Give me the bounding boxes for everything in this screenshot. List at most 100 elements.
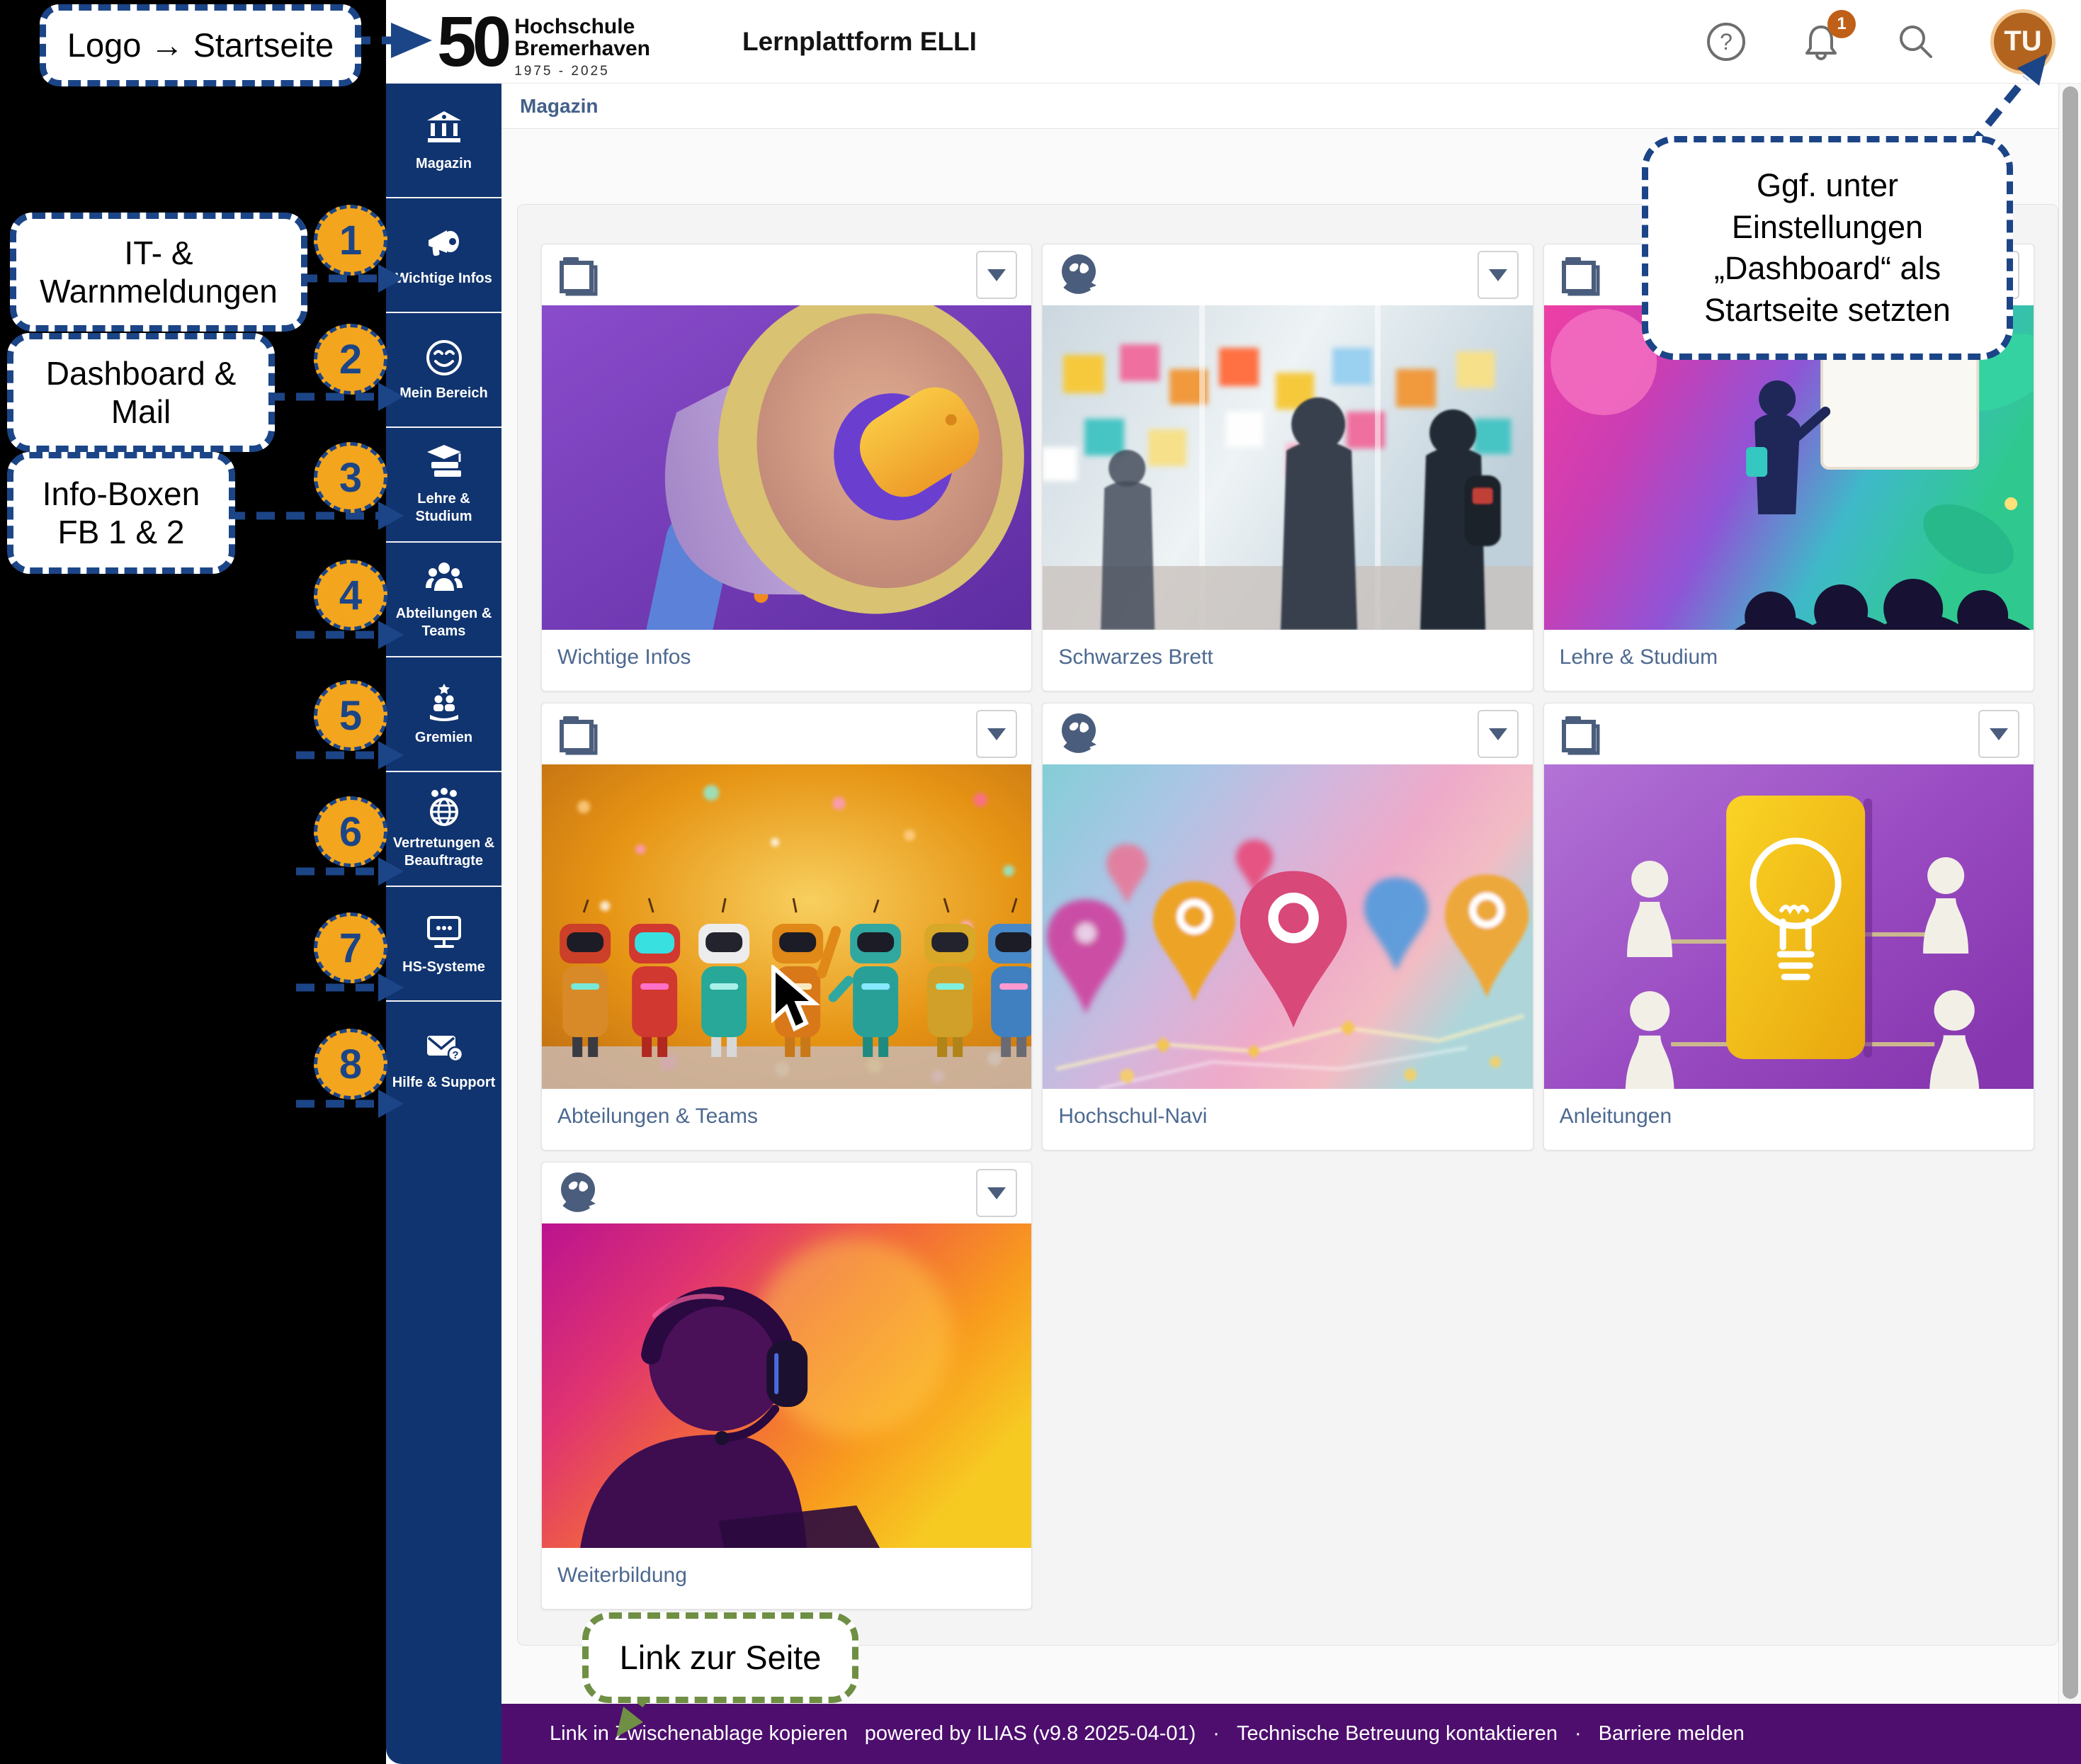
- sidebar-item-hilfe-support[interactable]: ? Hilfe & Support: [386, 1002, 501, 1116]
- card-image-map-pins: [1043, 764, 1532, 1089]
- card-hochschul-navi[interactable]: Hochschul-Navi: [1042, 703, 1533, 1150]
- callout-infoboxen: Info-Boxen FB 1 & 2: [7, 452, 235, 574]
- annotation-number-5: 5: [314, 680, 387, 751]
- folder-icon: [556, 712, 600, 756]
- card-actions-dropdown[interactable]: [1978, 710, 2019, 758]
- card-schwarzes-brett[interactable]: Schwarzes Brett: [1042, 244, 1533, 691]
- footer-separator: ·: [1575, 1722, 1582, 1746]
- chevron-down-icon: [1489, 728, 1507, 740]
- card-abteilungen-teams[interactable]: Abteilungen & Teams: [541, 703, 1032, 1150]
- card-actions-dropdown[interactable]: [976, 1169, 1017, 1217]
- card-actions-dropdown[interactable]: [976, 710, 1017, 758]
- svg-text:?: ?: [1720, 29, 1733, 55]
- page-title: Lernplattform ELLI: [742, 27, 977, 57]
- sidebar-item-label: Wichtige Infos: [395, 270, 492, 288]
- card-image-lightbulb: [1544, 764, 2034, 1089]
- callout-it-warnmeldungen: IT- & Warnmeldungen: [10, 213, 307, 332]
- sidebar-item-mein-bereich[interactable]: Mein Bereich: [386, 313, 501, 428]
- card-title[interactable]: Abteilungen & Teams: [557, 1104, 758, 1129]
- sidebar-item-vertretungen[interactable]: Vertretungen & Beauftragte: [386, 772, 501, 887]
- top-header: 50 Hochschule Bremerhaven 1975 - 2025 Le…: [386, 0, 2081, 84]
- folder-icon: [1558, 253, 1602, 297]
- sidebar-item-label: Gremien: [415, 729, 472, 747]
- books-icon: [424, 443, 464, 483]
- card-title[interactable]: Schwarzes Brett: [1058, 645, 1213, 669]
- card-weiterbildung[interactable]: Weiterbildung: [541, 1162, 1032, 1610]
- notification-badge: 1: [1827, 10, 1856, 38]
- megaphone-icon: [424, 223, 464, 263]
- svg-text:?: ?: [452, 1049, 458, 1061]
- smiley-icon: [424, 338, 464, 378]
- card-image-headphones: [542, 1223, 1031, 1548]
- people-icon: [424, 558, 464, 598]
- footer-separator: ·: [1213, 1722, 1220, 1746]
- sidebar-item-lehre-studium[interactable]: Lehre & Studium: [386, 428, 501, 543]
- chevron-down-icon: [987, 269, 1006, 281]
- annotation-number-1: 1: [314, 205, 387, 276]
- breadcrumb-magazin[interactable]: Magazin: [520, 95, 598, 118]
- logo-50: 50: [437, 10, 507, 74]
- weblink-icon: [556, 1171, 600, 1215]
- committee-icon: [424, 682, 464, 722]
- card-title[interactable]: Weiterbildung: [557, 1564, 687, 1588]
- callout-link-zur-seite: Link zur Seite: [582, 1612, 858, 1703]
- search-icon[interactable]: [1895, 21, 1937, 62]
- chevron-down-icon: [987, 1187, 1006, 1199]
- logo-line1: Hochschule: [514, 16, 650, 38]
- sidebar-item-abteilungen-teams[interactable]: Abteilungen & Teams: [386, 543, 501, 657]
- mail-help-icon: ?: [424, 1027, 464, 1067]
- screenshot-stage: 50 Hochschule Bremerhaven 1975 - 2025 Le…: [0, 0, 2081, 1764]
- sidebar-item-label: Mein Bereich: [399, 385, 487, 402]
- card-actions-dropdown[interactable]: [1478, 251, 1519, 299]
- annotation-number-8: 8: [314, 1029, 387, 1099]
- sidebar-item-label: Lehre & Studium: [390, 490, 497, 526]
- card-actions-dropdown[interactable]: [976, 251, 1017, 299]
- card-title[interactable]: Wichtige Infos: [557, 645, 691, 669]
- card-image-megaphone: [542, 305, 1031, 630]
- chevron-down-icon: [987, 728, 1006, 740]
- annotation-number-2: 2: [314, 324, 387, 395]
- scrollbar-thumb[interactable]: [2063, 86, 2078, 1699]
- logo-years: 1975 - 2025: [514, 64, 650, 79]
- sidebar-item-label: Abteilungen & Teams: [390, 605, 497, 640]
- globe-people-icon: [424, 788, 464, 827]
- sidebar-item-label: Magazin: [416, 155, 472, 173]
- report-barrier-link[interactable]: Barriere melden: [1599, 1722, 1745, 1746]
- main-sidebar: Magazin Wichtige Infos Mein Bereich: [386, 84, 501, 1764]
- avatar[interactable]: TU: [1990, 9, 2056, 74]
- card-anleitungen[interactable]: Anleitungen: [1543, 703, 2034, 1150]
- repository-panel: Wichtige Infos: [517, 204, 2058, 1646]
- university-logo[interactable]: 50 Hochschule Bremerhaven 1975 - 2025: [437, 4, 650, 79]
- annotation-number-4: 4: [314, 560, 387, 631]
- folder-icon: [556, 253, 600, 297]
- sidebar-item-label: Hilfe & Support: [392, 1074, 496, 1092]
- card-actions-dropdown[interactable]: [1478, 710, 1519, 758]
- sidebar-item-gremien[interactable]: Gremien: [386, 657, 501, 772]
- sidebar-item-label: Vertretungen & Beauftragte: [390, 835, 497, 870]
- callout-settings-dashboard: Ggf. unter Einstellungen „Dashboard“ als…: [1642, 136, 2013, 360]
- sidebar-item-magazin[interactable]: Magazin: [386, 84, 501, 198]
- powered-by-text: powered by ILIAS (v9.8 2025-04-01): [865, 1722, 1196, 1746]
- card-wichtige-infos[interactable]: Wichtige Infos: [541, 244, 1032, 691]
- card-title[interactable]: Hochschul-Navi: [1058, 1104, 1207, 1129]
- folder-icon: [1558, 712, 1602, 756]
- callout-logo-startseite: Logo → Startseite: [40, 4, 361, 86]
- bank-icon: [424, 108, 464, 148]
- copy-link-action[interactable]: Link in Zwischenablage kopieren: [550, 1722, 848, 1746]
- annotation-number-7: 7: [314, 912, 387, 983]
- footer-bar: Link in Zwischenablage kopieren powered …: [501, 1704, 2081, 1764]
- sidebar-item-hs-systeme[interactable]: HS-Systeme: [386, 887, 501, 1002]
- sidebar-item-label: HS-Systeme: [402, 959, 485, 976]
- mouse-cursor-icon: [765, 965, 829, 1036]
- chevron-down-icon: [1990, 728, 2008, 740]
- weblink-icon: [1057, 253, 1101, 297]
- sidebar-item-wichtige-infos[interactable]: Wichtige Infos: [386, 198, 501, 313]
- card-title[interactable]: Lehre & Studium: [1560, 645, 1718, 669]
- chevron-down-icon: [1489, 269, 1507, 281]
- card-image-robots: [542, 764, 1031, 1089]
- scrollbar-track[interactable]: [2058, 84, 2081, 1704]
- card-title[interactable]: Anleitungen: [1560, 1104, 1672, 1129]
- support-contact-link[interactable]: Technische Betreuung kontaktieren: [1237, 1722, 1558, 1746]
- card-image-pinboard: [1043, 305, 1532, 630]
- help-icon[interactable]: ?: [1706, 21, 1747, 62]
